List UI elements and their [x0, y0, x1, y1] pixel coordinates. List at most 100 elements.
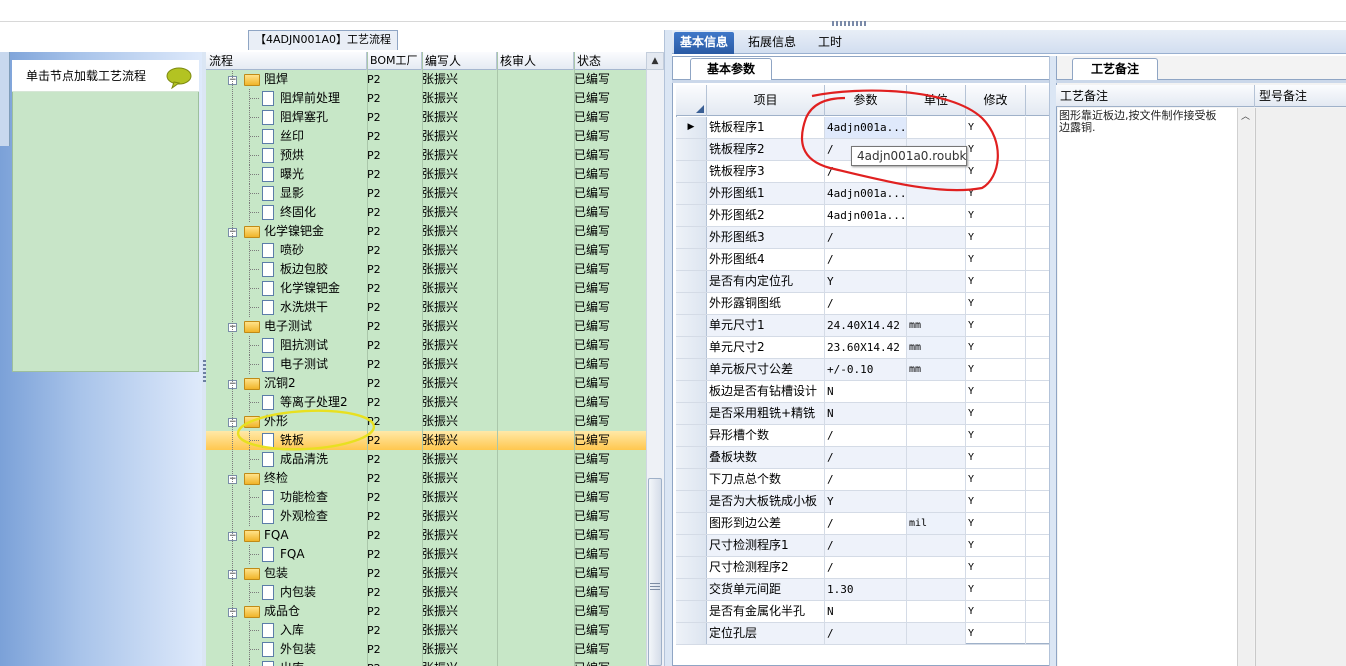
param-value-cell[interactable]: 4adjn001a...: [825, 183, 907, 204]
tree-row[interactable]: 喷砂 P2 张振兴 已编写: [206, 241, 646, 260]
param-row[interactable]: 外形露铜图纸 / Y: [676, 293, 1050, 315]
param-unit-cell[interactable]: [907, 601, 966, 622]
param-row[interactable]: 是否有金属化半孔 N Y: [676, 601, 1050, 623]
param-modify-cell[interactable]: Y: [966, 271, 1026, 292]
tree-node-label[interactable]: 出库: [280, 659, 304, 666]
notes-scrollbar[interactable]: [1237, 108, 1254, 666]
top-splitter-grip[interactable]: [832, 21, 868, 26]
column-header-modify[interactable]: 修改: [966, 85, 1026, 116]
tree-row[interactable]: 水洗烘干 P2 张振兴 已编写: [206, 298, 646, 317]
param-row[interactable]: 外形图纸3/ Y: [676, 227, 1050, 249]
tree-node-label[interactable]: 阻焊塞孔: [280, 108, 328, 127]
tree-node-label[interactable]: 喷砂: [280, 241, 304, 260]
param-unit-cell[interactable]: [907, 469, 966, 490]
param-modify-cell[interactable]: Y: [966, 623, 1026, 644]
tree-node-label[interactable]: 等离子处理2: [280, 393, 348, 412]
model-notes-area[interactable]: [1255, 108, 1346, 666]
param-value-cell[interactable]: 24.40X14.42: [825, 315, 907, 336]
tab-work-hours[interactable]: 工时: [812, 32, 848, 54]
param-value-cell[interactable]: N: [825, 381, 907, 402]
tree-scrollbar-thumb[interactable]: [648, 478, 662, 666]
param-unit-cell[interactable]: [907, 205, 966, 226]
param-unit-cell[interactable]: [907, 227, 966, 248]
param-unit-cell[interactable]: [907, 381, 966, 402]
param-unit-cell[interactable]: [907, 557, 966, 578]
param-row[interactable]: 是否采用粗铣+精铣 N Y: [676, 403, 1050, 425]
tree-node-label[interactable]: 外观检查: [280, 507, 328, 526]
tree-row[interactable]: FQA P2 张振兴 已编写: [206, 545, 646, 564]
param-unit-cell[interactable]: [907, 425, 966, 446]
param-value-cell[interactable]: /: [825, 227, 907, 248]
param-unit-cell[interactable]: mm: [907, 337, 966, 358]
tree-node-label[interactable]: 水洗烘干: [280, 298, 328, 317]
param-row[interactable]: 叠板块数 / Y: [676, 447, 1050, 469]
tree-node-label[interactable]: 化学镍钯金: [264, 222, 324, 241]
param-row[interactable]: 是否为大板铣成小板 Y Y: [676, 491, 1050, 513]
param-modify-cell[interactable]: Y: [966, 293, 1026, 314]
param-value-cell[interactable]: /: [825, 447, 907, 468]
param-unit-cell[interactable]: [907, 491, 966, 512]
tree-node-label[interactable]: 曝光: [280, 165, 304, 184]
param-value-cell[interactable]: 1.30: [825, 579, 907, 600]
column-header-model-notes[interactable]: 型号备注: [1255, 85, 1346, 107]
process-notes-textarea[interactable]: [1058, 108, 1238, 666]
column-header-unit[interactable]: 单位: [907, 85, 966, 116]
param-modify-cell[interactable]: Y: [966, 601, 1026, 622]
middle-splitter[interactable]: [664, 30, 672, 666]
left-collapsed-tab[interactable]: [0, 52, 10, 146]
param-modify-cell[interactable]: Y: [966, 469, 1026, 490]
tree-row[interactable]: 阻焊塞孔 P2 张振兴 已编写: [206, 108, 646, 127]
param-modify-cell[interactable]: Y: [966, 579, 1026, 600]
param-unit-cell[interactable]: mm: [907, 359, 966, 380]
param-unit-cell[interactable]: [907, 183, 966, 204]
param-modify-cell[interactable]: Y: [966, 139, 1026, 160]
param-modify-cell[interactable]: Y: [966, 535, 1026, 556]
tree-node-label[interactable]: 沉铜2: [264, 374, 296, 393]
tree-node-label[interactable]: 板边包胶: [280, 260, 328, 279]
tree-row[interactable]: 出库 P2 张振兴 已编写: [206, 659, 646, 666]
param-unit-cell[interactable]: mm: [907, 315, 966, 336]
tree-row[interactable]: −阻焊P2张振兴已编写: [206, 70, 646, 89]
param-modify-cell[interactable]: Y: [966, 183, 1026, 204]
scroll-up-arrow-icon[interactable]: ︿: [1238, 110, 1253, 124]
tree-row[interactable]: 成品清洗 P2 张振兴 已编写: [206, 450, 646, 469]
tree-row[interactable]: −包装P2张振兴已编写: [206, 564, 646, 583]
tree-node-label[interactable]: 阻焊前处理: [280, 89, 340, 108]
tree-row[interactable]: 内包装 P2 张振兴 已编写: [206, 583, 646, 602]
tree-row[interactable]: −化学镍钯金P2张振兴已编写: [206, 222, 646, 241]
tree-row[interactable]: 入库 P2 张振兴 已编写: [206, 621, 646, 640]
tree-row[interactable]: 化学镍钯金 P2 张振兴 已编写: [206, 279, 646, 298]
param-value-cell[interactable]: 4adjn001a...: [825, 205, 907, 226]
column-header-item[interactable]: 项目: [707, 85, 825, 116]
tree-node-label[interactable]: FQA: [280, 545, 305, 564]
tree-row[interactable]: 外包装 P2 张振兴 已编写: [206, 640, 646, 659]
param-modify-cell[interactable]: Y: [966, 337, 1026, 358]
param-value-cell[interactable]: Y: [825, 271, 907, 292]
param-row[interactable]: 下刀点总个数 / Y: [676, 469, 1050, 491]
param-modify-cell[interactable]: Y: [966, 359, 1026, 380]
param-modify-cell[interactable]: Y: [966, 491, 1026, 512]
tree-node-label[interactable]: 电子测试: [280, 355, 328, 374]
tree-node-label[interactable]: 外形: [264, 412, 288, 431]
param-unit-cell[interactable]: [907, 249, 966, 270]
param-modify-cell[interactable]: Y: [966, 557, 1026, 578]
tree-row[interactable]: 终固化 P2 张振兴 已编写: [206, 203, 646, 222]
param-value-cell[interactable]: /: [825, 623, 907, 644]
tree-row[interactable]: 功能检查 P2 张振兴 已编写: [206, 488, 646, 507]
column-header-status[interactable]: 状态: [574, 52, 646, 70]
param-value-cell[interactable]: +/-0.10: [825, 359, 907, 380]
param-modify-cell[interactable]: Y: [966, 513, 1026, 534]
param-row[interactable]: 是否有内定位孔 Y Y: [676, 271, 1050, 293]
tree-row[interactable]: −终检P2张振兴已编写: [206, 469, 646, 488]
column-header-reviewer[interactable]: 核审人: [497, 52, 574, 70]
param-unit-cell[interactable]: [907, 579, 966, 600]
speech-bubble-icon[interactable]: [166, 67, 192, 89]
load-flow-label[interactable]: 单击节点加载工艺流程: [26, 67, 146, 84]
tree-node-label[interactable]: 电子测试: [264, 317, 312, 336]
column-header-process-notes[interactable]: 工艺备注: [1056, 85, 1255, 107]
param-modify-cell[interactable]: Y: [966, 161, 1026, 182]
param-value-cell[interactable]: N: [825, 601, 907, 622]
column-header-bom[interactable]: BOM工厂: [367, 52, 422, 70]
tree-node-label[interactable]: FQA: [264, 526, 289, 545]
param-modify-cell[interactable]: Y: [966, 227, 1026, 248]
